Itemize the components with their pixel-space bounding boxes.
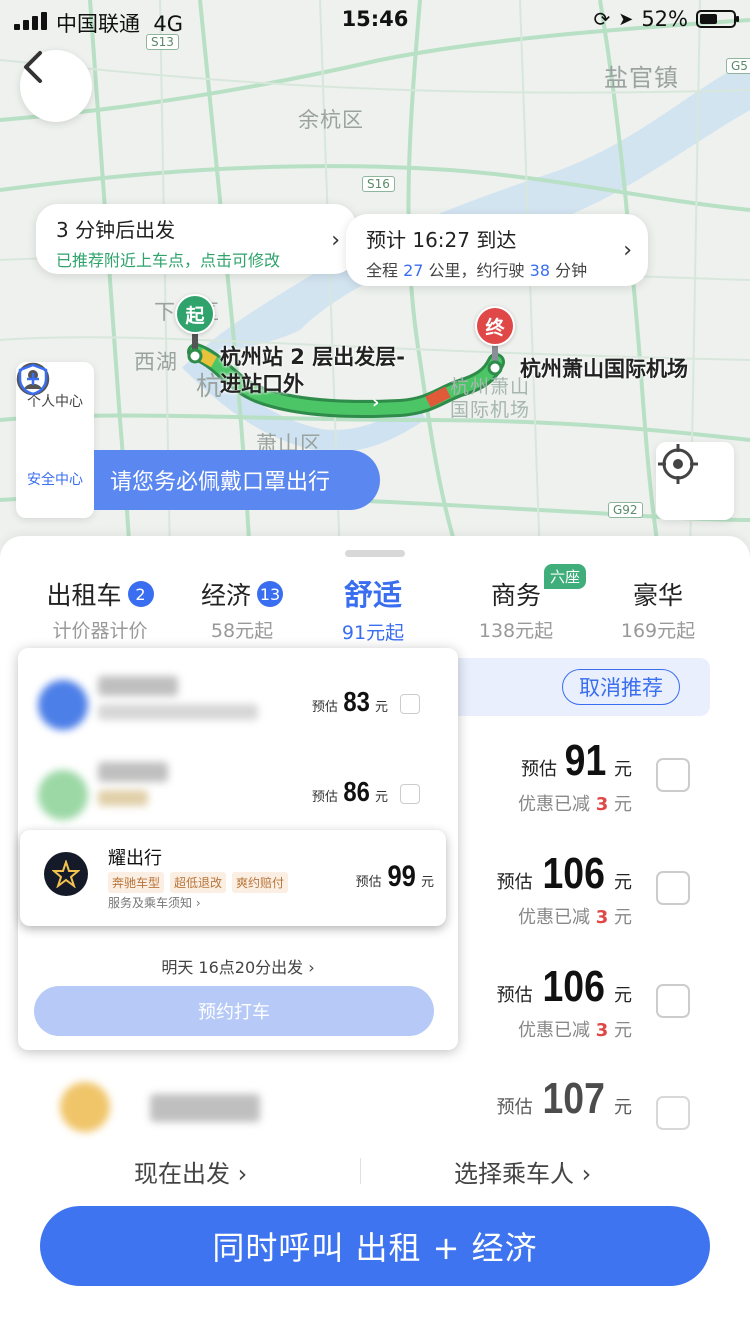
blurred-text: [98, 762, 168, 782]
safety-center-button[interactable]: 安全中心: [16, 363, 94, 518]
tab-taxi[interactable]: 出租车 2 计价器计价: [30, 576, 170, 643]
chevron-right-icon: ›: [623, 238, 632, 263]
rotation-lock-icon: ⟳: [593, 7, 611, 31]
blurred-text: [98, 676, 178, 696]
map-label-xihu: 西湖: [134, 350, 178, 374]
blurred-logo: [60, 1082, 110, 1132]
tab-economy[interactable]: 经济 13 58元起: [182, 576, 302, 643]
provider-row[interactable]: 预估 86 元: [18, 748, 458, 838]
start-pin[interactable]: 起: [175, 294, 215, 334]
mask-reminder-banner[interactable]: 请您务必佩戴口罩出行: [94, 450, 380, 510]
select-checkbox[interactable]: [656, 758, 690, 792]
yao-tags: 奔驰车型 超低退改 爽约赔付: [108, 872, 289, 893]
price-row[interactable]: 预估 106 元 优惠已减 3 元: [460, 849, 750, 939]
six-seat-tag: 六座: [544, 564, 587, 589]
road-shield-g5: G5: [726, 58, 750, 74]
tab-luxury[interactable]: 豪华 169元起: [608, 576, 708, 643]
blurred-text: [150, 1094, 260, 1122]
select-checkbox[interactable]: [400, 784, 420, 804]
blurred-text: [98, 704, 258, 720]
status-right: ⟳ ➤ 52%: [593, 7, 739, 31]
select-checkbox[interactable]: [656, 1096, 690, 1130]
map-label-hang: 杭: [196, 372, 224, 402]
reserve-taxi-button[interactable]: 预约打车: [34, 986, 434, 1036]
bottom-options: 现在出发 › 选择乘车人 ›: [0, 1150, 750, 1190]
yao-tag: 爽约赔付: [232, 872, 289, 893]
provider-row[interactable]: 预估 83 元: [18, 658, 458, 748]
cancel-recommend-button[interactable]: 取消推荐: [562, 669, 680, 705]
car-type-tabs: 出租车 2 计价器计价 经济 13 58元起 舒适 91元起 商务 138元起 豪华…: [0, 576, 750, 646]
price-row[interactable]: 预估 91 元 优惠已减 3 元: [460, 736, 750, 826]
end-place-label: 杭州萧山国际机场: [520, 357, 688, 381]
reserve-time-selector[interactable]: 明天 16点20分出发 ›: [18, 954, 458, 978]
yao-tag: 超低退改: [170, 872, 227, 893]
divider: [360, 1158, 361, 1184]
recommend-bar: 取消推荐: [440, 658, 710, 716]
depart-time-title: 3 分钟后出发: [56, 218, 176, 242]
depart-time-hint: 已推荐附近上车点，点击可修改: [56, 251, 281, 270]
back-button[interactable]: [20, 50, 92, 122]
yao-tag: 奔驰车型: [108, 872, 165, 893]
locate-button[interactable]: [656, 442, 734, 520]
depart-time-bubble[interactable]: 3 分钟后出发 已推荐附近上车点，点击可修改 ›: [36, 204, 356, 274]
tab-taxi-badge: 2: [127, 581, 154, 607]
end-pin[interactable]: 终: [475, 306, 515, 346]
road-shield-g92: G92: [608, 502, 643, 518]
location-arrow-icon: ➤: [618, 8, 634, 30]
status-bar: 中国联通 4G 15:46 ⟳ ➤ 52%: [0, 0, 750, 40]
crosshair-icon: [658, 444, 698, 484]
star-icon: [52, 860, 80, 888]
sheet-drag-handle[interactable]: [345, 550, 405, 557]
map-label-airport: 杭州萧山 国际机场: [450, 376, 531, 421]
tab-economy-badge: 13: [257, 581, 283, 607]
yao-service-notice-link[interactable]: 服务及乘车须知 ›: [108, 894, 201, 911]
blurred-text: [98, 790, 148, 806]
chevron-right-icon: ›: [331, 228, 340, 253]
battery-icon: [696, 10, 739, 28]
select-checkbox[interactable]: [656, 871, 690, 905]
tab-comfort[interactable]: 舒适 91元起: [318, 572, 428, 645]
blurred-logo: [38, 680, 88, 730]
call-car-button[interactable]: 同时呼叫 出租 + 经济: [40, 1206, 710, 1286]
back-arrow-icon: [24, 51, 42, 83]
side-panel: 个人中心 安全中心: [16, 362, 94, 518]
arrive-time-title: 预计 16:27 到达: [366, 228, 517, 252]
select-checkbox[interactable]: [400, 694, 420, 714]
start-place-label: 杭州站 2 层出发层- 进站口外: [220, 345, 405, 396]
arrive-trip-summary: 全程 27 公里，约行驶 38 分钟: [366, 261, 588, 280]
map-view[interactable]: › 盐官镇 余杭区 下城区 西湖 杭 萧山区 杭州萧山 国际机场 S13 S16…: [0, 0, 750, 560]
shield-icon: [18, 363, 48, 396]
price-row[interactable]: 预估 106 元 优惠已减 3 元: [460, 962, 750, 1052]
road-shield-s16: S16: [362, 176, 395, 192]
yao-provider-card[interactable]: 耀出行 奔驰车型 超低退改 爽约赔付 服务及乘车须知 › 预估 99 元: [20, 830, 446, 926]
safety-center-label: 安全中心: [27, 472, 83, 488]
yao-logo: [44, 852, 88, 896]
select-checkbox[interactable]: [656, 984, 690, 1018]
depart-now-link[interactable]: 现在出发 ›: [134, 1154, 247, 1189]
arrive-time-bubble[interactable]: 预计 16:27 到达 全程 27 公里，约行驶 38 分钟 ›: [346, 214, 648, 286]
yao-price: 预估 99 元: [355, 860, 434, 893]
blurred-logo: [38, 770, 88, 820]
yao-provider-name: 耀出行: [108, 848, 162, 869]
choose-passenger-link[interactable]: 选择乘车人 ›: [454, 1154, 591, 1189]
map-label-yanguan: 盐官镇: [604, 64, 679, 92]
bottom-sheet: 出租车 2 计价器计价 经济 13 58元起 舒适 91元起 商务 138元起 豪华…: [0, 536, 750, 1324]
map-label-yuhang: 余杭区: [298, 108, 364, 132]
battery-percent: 52%: [641, 7, 688, 31]
